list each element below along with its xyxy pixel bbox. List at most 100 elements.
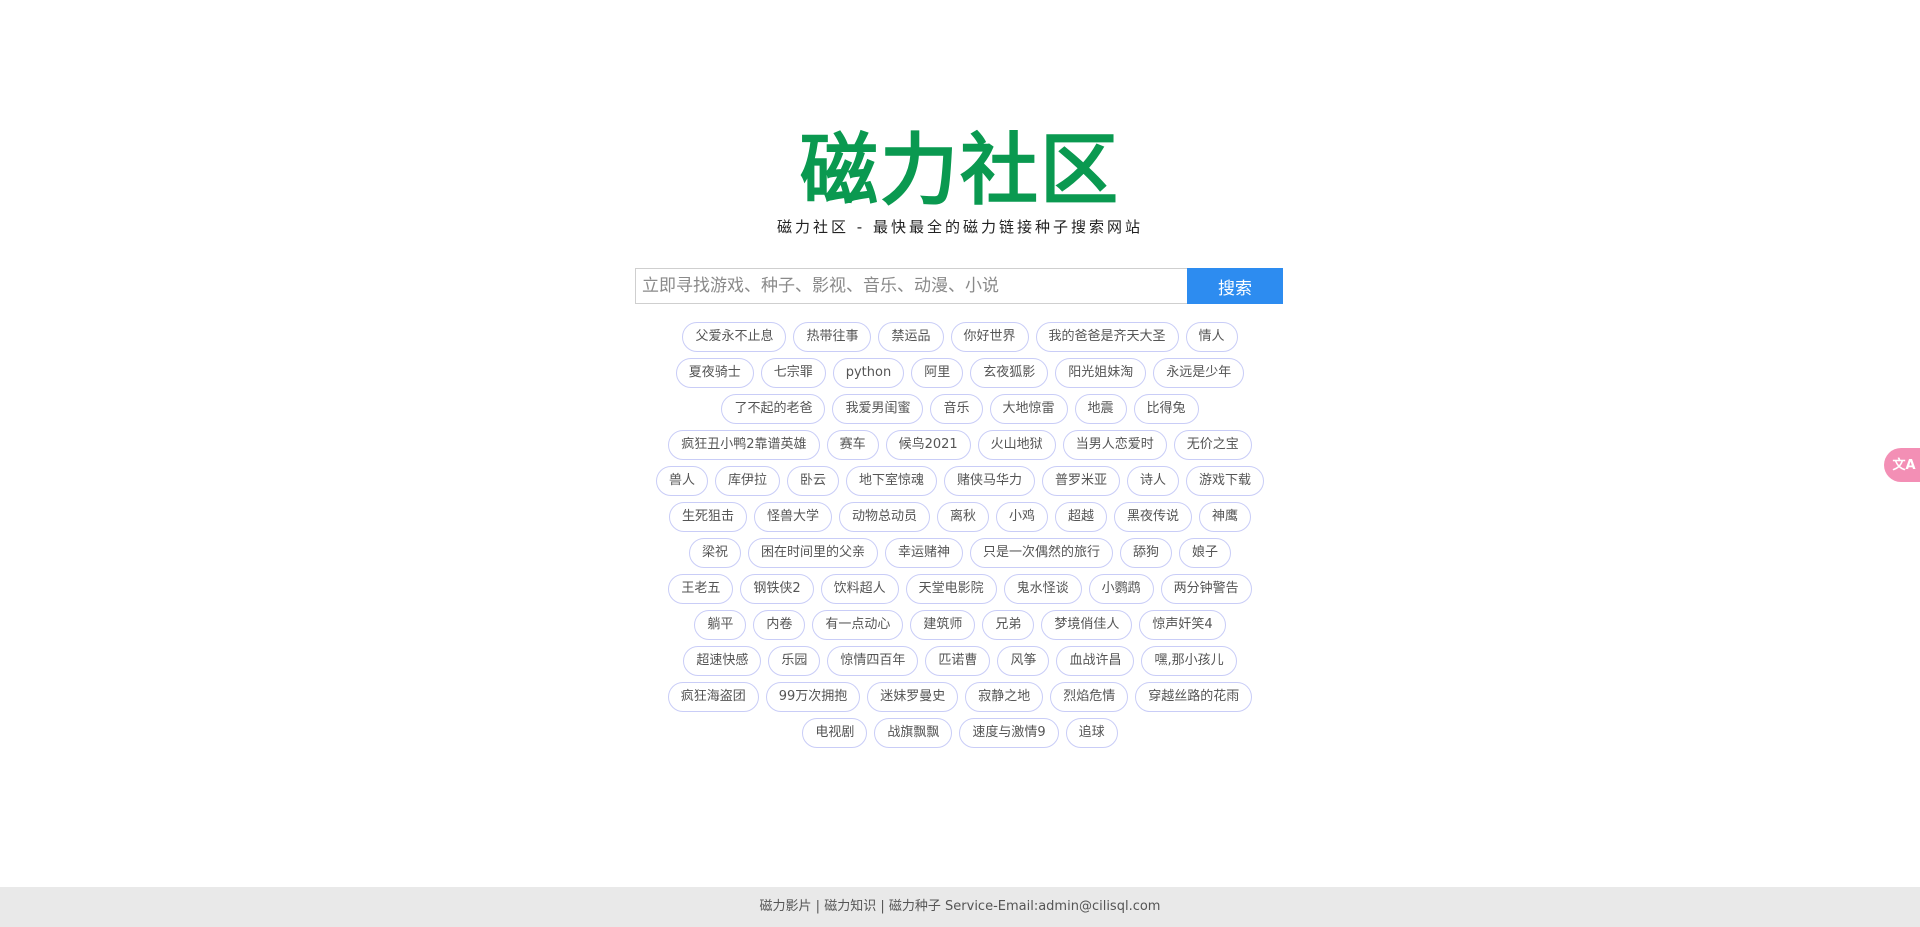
hot-tag[interactable]: 卧云 <box>786 466 839 496</box>
hot-tag[interactable]: 乐园 <box>768 646 821 676</box>
hot-tag[interactable]: 只是一次偶然的旅行 <box>970 538 1114 568</box>
hot-tag[interactable]: 游戏下载 <box>1186 466 1265 496</box>
hot-tag[interactable]: 普罗米亚 <box>1042 466 1121 496</box>
search-form: 搜索 <box>635 268 1283 304</box>
hot-tag[interactable]: 娘子 <box>1179 538 1232 568</box>
hot-tag[interactable]: 热带往事 <box>793 322 872 352</box>
hot-tag[interactable]: 风筝 <box>997 646 1050 676</box>
site-logo[interactable]: 磁力社区 <box>0 126 1920 216</box>
hot-tag[interactable]: 神鹰 <box>1199 502 1252 532</box>
hot-tag[interactable]: 候鸟2021 <box>885 430 971 460</box>
hot-tag[interactable]: 有一点动心 <box>812 610 904 640</box>
search-button[interactable]: 搜索 <box>1187 268 1283 304</box>
hot-tag[interactable]: 追球 <box>1065 718 1118 748</box>
hot-tag[interactable]: 禁运品 <box>878 322 944 352</box>
tag-row: 梁祝 困在时间里的父亲 幸运赌神 只是一次偶然的旅行 舔狗 娘子 <box>688 538 1232 568</box>
hot-tag[interactable]: 舔狗 <box>1120 538 1173 568</box>
tag-row: 父爱永不止息 热带往事 禁运品 你好世界 我的爸爸是齐天大圣 情人 <box>682 322 1238 352</box>
hot-tag[interactable]: 幸运赌神 <box>884 538 963 568</box>
hot-tag[interactable]: 小鸡 <box>996 502 1049 532</box>
hot-tag[interactable]: 两分钟警告 <box>1160 574 1252 604</box>
hot-tag[interactable]: 超越 <box>1055 502 1108 532</box>
hot-tag[interactable]: 寂静之地 <box>965 682 1044 712</box>
tag-row: 电视剧 战旗飘飘 速度与激情9 追球 <box>802 718 1118 748</box>
hot-tag[interactable]: 诗人 <box>1127 466 1180 496</box>
hot-tag[interactable]: 饮料超人 <box>820 574 899 604</box>
hot-tag[interactable]: 穿越丝路的花雨 <box>1135 682 1253 712</box>
hot-tag[interactable]: 音乐 <box>930 394 983 424</box>
hot-tag[interactable]: 库伊拉 <box>714 466 780 496</box>
hot-tag[interactable]: 夏夜骑士 <box>675 358 754 388</box>
hot-tag[interactable]: 内卷 <box>753 610 806 640</box>
hot-tag[interactable]: 离秋 <box>936 502 989 532</box>
hot-tag[interactable]: 玄夜狐影 <box>970 358 1049 388</box>
hot-tag[interactable]: 了不起的老爸 <box>721 394 826 424</box>
hot-tag[interactable]: 永远是少年 <box>1153 358 1245 388</box>
tag-row: 生死狙击 怪兽大学 动物总动员 离秋 小鸡 超越 黑夜传说 神鹰 <box>668 502 1252 532</box>
tag-row: 夏夜骑士 七宗罪 python 阿里 玄夜狐影 阳光姐妹淘 永远是少年 <box>675 358 1245 388</box>
translate-button[interactable]: 文A <box>1884 448 1920 482</box>
hot-tag[interactable]: 战旗飘飘 <box>874 718 953 748</box>
hot-tag[interactable]: 我的爸爸是齐天大圣 <box>1035 322 1179 352</box>
hot-tag[interactable]: 钢铁侠2 <box>740 574 814 604</box>
hot-tag[interactable]: 迷妹罗曼史 <box>867 682 959 712</box>
hot-tag[interactable]: 建筑师 <box>910 610 976 640</box>
tag-row: 超速快感 乐园 惊情四百年 匹诺曹 风筝 血战许昌 嘿,那小孩儿 <box>683 646 1237 676</box>
hot-tag[interactable]: 你好世界 <box>950 322 1029 352</box>
hot-tag[interactable]: 当男人恋爱时 <box>1062 430 1167 460</box>
footer-link-movies[interactable]: 磁力影片 <box>760 899 812 914</box>
hot-tag[interactable]: 梦境俏佳人 <box>1041 610 1133 640</box>
hot-tag[interactable]: 无价之宝 <box>1173 430 1252 460</box>
hot-tag[interactable]: 赌侠马华力 <box>944 466 1036 496</box>
hot-tag[interactable]: 梁祝 <box>688 538 741 568</box>
hot-tag[interactable]: 疯狂海盗团 <box>667 682 759 712</box>
hot-tag[interactable]: 比得兔 <box>1133 394 1199 424</box>
hot-tag[interactable]: 小鹦鹉 <box>1088 574 1154 604</box>
hot-tag[interactable]: 惊声奸笑4 <box>1139 610 1226 640</box>
tag-row: 疯狂海盗团 99万次拥抱 迷妹罗曼史 寂静之地 烈焰危情 穿越丝路的花雨 <box>667 682 1253 712</box>
hot-tag[interactable]: 王老五 <box>668 574 734 604</box>
hot-tag[interactable]: 惊情四百年 <box>827 646 919 676</box>
hot-tag[interactable]: 赛车 <box>826 430 879 460</box>
hot-tag[interactable]: 生死狙击 <box>668 502 747 532</box>
hot-tag[interactable]: 七宗罪 <box>760 358 826 388</box>
translate-icon: 文A <box>1892 457 1916 473</box>
hot-tag[interactable]: 99万次拥抱 <box>765 682 861 712</box>
hot-tag[interactable]: 阳光姐妹淘 <box>1055 358 1147 388</box>
hot-tag[interactable]: 超速快感 <box>683 646 762 676</box>
hot-tag[interactable]: python <box>832 358 905 388</box>
hot-tag[interactable]: 兄弟 <box>982 610 1035 640</box>
hot-tag[interactable]: 血战许昌 <box>1056 646 1135 676</box>
hot-tag[interactable]: 匹诺曹 <box>925 646 991 676</box>
hot-tag[interactable]: 火山地狱 <box>977 430 1056 460</box>
hot-tag[interactable]: 地下室惊魂 <box>845 466 937 496</box>
tag-row: 疯狂丑小鸭2靠谱英雄 赛车 候鸟2021 火山地狱 当男人恋爱时 无价之宝 <box>668 430 1252 460</box>
hot-tag[interactable]: 黑夜传说 <box>1114 502 1193 532</box>
hot-tag[interactable]: 电视剧 <box>802 718 868 748</box>
hot-tag[interactable]: 天堂电影院 <box>905 574 997 604</box>
hot-tag[interactable]: 兽人 <box>655 466 708 496</box>
hot-tag[interactable]: 烈焰危情 <box>1050 682 1129 712</box>
hot-tag[interactable]: 阿里 <box>911 358 964 388</box>
hot-tags: 父爱永不止息 热带往事 禁运品 你好世界 我的爸爸是齐天大圣 情人 夏夜骑士 七宗罪 pytho… <box>640 322 1280 748</box>
site-subtitle: 磁力社区 - 最快最全的磁力链接种子搜索网站 <box>777 218 1143 236</box>
hot-tag[interactable]: 鬼水怪谈 <box>1003 574 1082 604</box>
tag-row: 王老五 钢铁侠2 饮料超人 天堂电影院 鬼水怪谈 小鹦鹉 两分钟警告 <box>668 574 1252 604</box>
hot-tag[interactable]: 嘿,那小孩儿 <box>1141 646 1237 676</box>
hot-tag[interactable]: 困在时间里的父亲 <box>747 538 878 568</box>
hot-tag[interactable]: 速度与激情9 <box>959 718 1059 748</box>
hot-tag[interactable]: 躺平 <box>694 610 747 640</box>
hot-tag[interactable]: 我爱男闺蜜 <box>832 394 924 424</box>
hot-tag[interactable]: 怪兽大学 <box>753 502 832 532</box>
footer-link-knowledge[interactable]: 磁力知识 <box>824 899 876 914</box>
tag-row: 兽人 库伊拉 卧云 地下室惊魂 赌侠马华力 普罗米亚 诗人 游戏下载 <box>655 466 1265 496</box>
hot-tag[interactable]: 情人 <box>1185 322 1238 352</box>
footer-link-torrents[interactable]: 磁力种子 <box>889 899 941 914</box>
search-input[interactable] <box>635 268 1187 304</box>
hot-tag[interactable]: 地震 <box>1074 394 1127 424</box>
hot-tag[interactable]: 动物总动员 <box>838 502 930 532</box>
hot-tag[interactable]: 父爱永不止息 <box>682 322 787 352</box>
hot-tag[interactable]: 大地惊雷 <box>989 394 1068 424</box>
tag-row: 了不起的老爸 我爱男闺蜜 音乐 大地惊雷 地震 比得兔 <box>721 394 1199 424</box>
hot-tag[interactable]: 疯狂丑小鸭2靠谱英雄 <box>668 430 820 460</box>
